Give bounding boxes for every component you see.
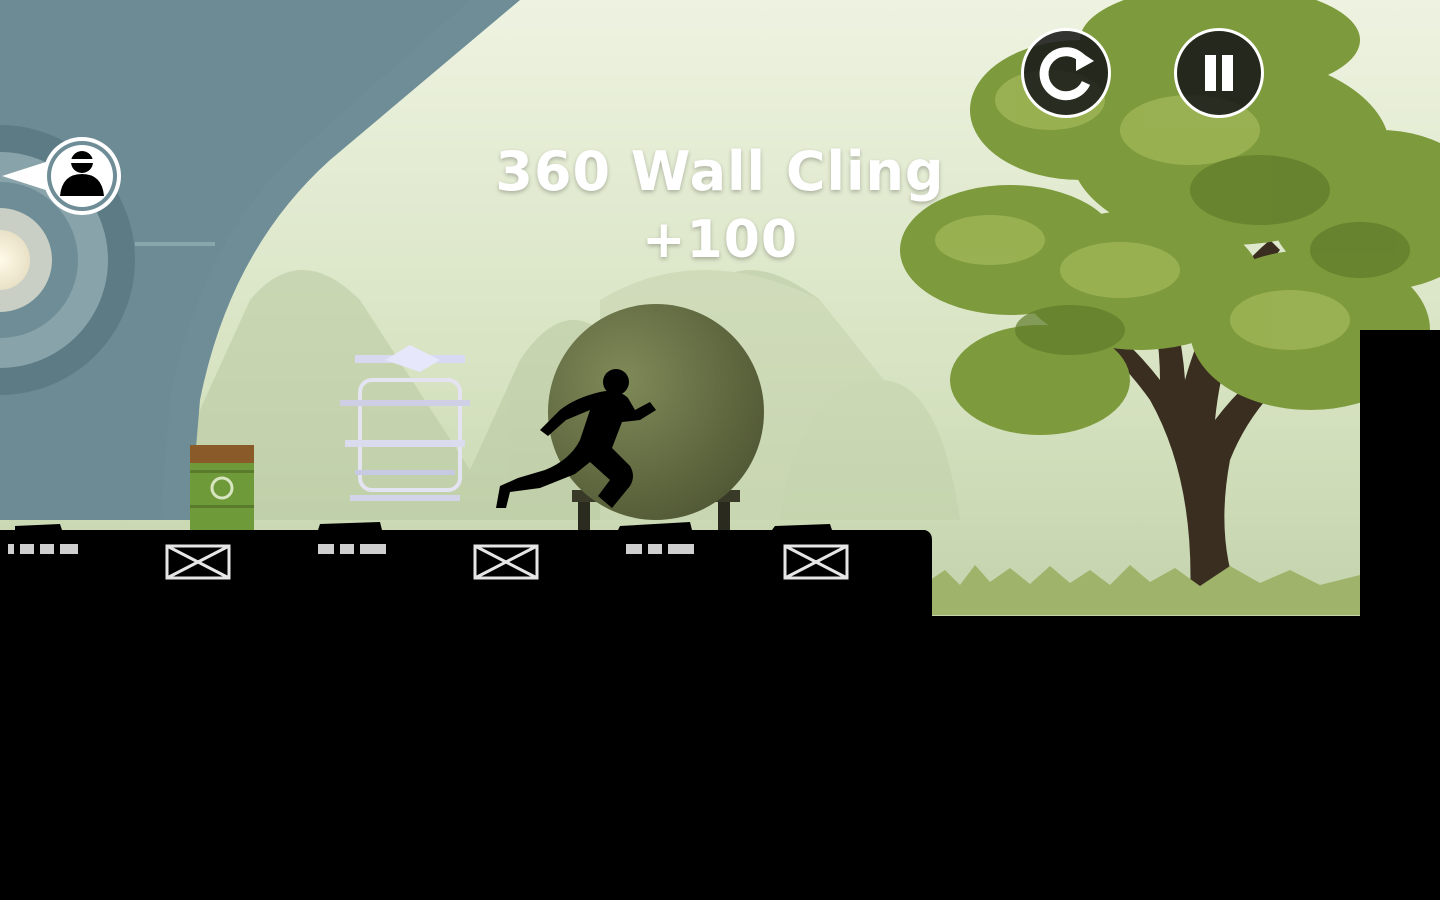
pause-button[interactable] [1174, 28, 1264, 118]
restart-button[interactable] [1021, 28, 1111, 118]
hunter-marker-icon [2, 137, 121, 215]
green-barrel [190, 445, 254, 533]
trick-points: +100 [641, 210, 799, 270]
trick-name: 360 Wall Cling [495, 140, 945, 203]
pause-icon [1205, 55, 1233, 91]
sphere-tank [548, 304, 764, 532]
restart-icon [1039, 47, 1094, 101]
hunter-marker[interactable] [0, 134, 126, 218]
game-scene [0, 0, 1440, 900]
